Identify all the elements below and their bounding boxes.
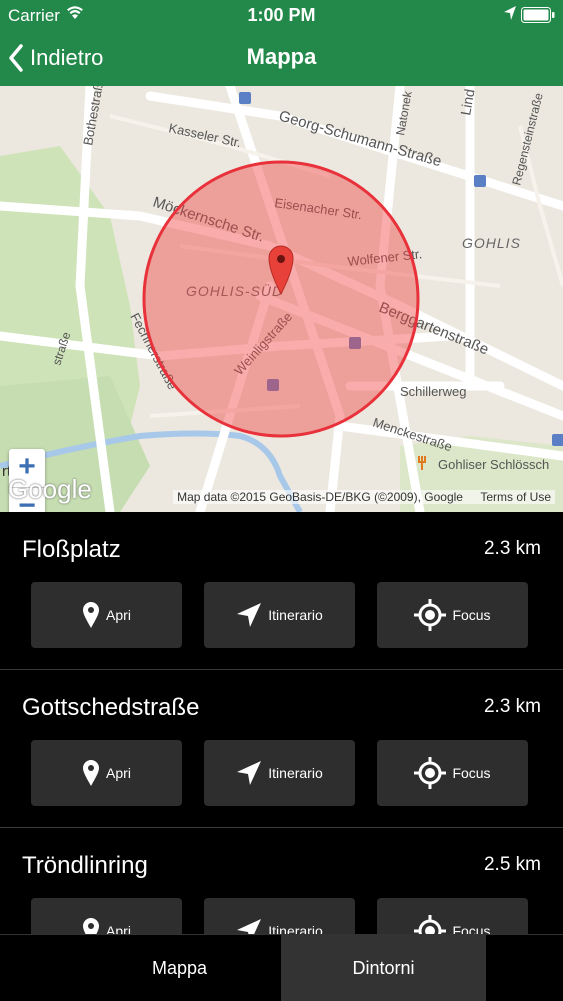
place-distance: 2.3 km — [483, 538, 541, 559]
open-button[interactable]: Apri — [31, 898, 182, 934]
location-arrow-icon — [503, 5, 517, 26]
map-pin-icon — [83, 760, 100, 786]
tab-map[interactable]: Mappa — [78, 935, 281, 1001]
place-name: Tröndlinring — [22, 852, 148, 879]
google-logo: Google — [8, 474, 92, 504]
route-label: Itinerario — [268, 765, 323, 781]
open-button[interactable]: Apri — [31, 740, 182, 806]
map-attribution: Map data ©2015 GeoBasis-DE/BKG (©2009), … — [173, 490, 555, 504]
navigation-arrow-icon — [237, 761, 262, 785]
map-label-gohlis: GOHLIS — [462, 235, 521, 251]
search-radius-circle — [142, 160, 420, 438]
map-tiles: Georg-Schumann-Straße Kasseler Str. Both… — [0, 86, 563, 512]
open-label: Apri — [106, 607, 131, 623]
list-item: Floßplatz 2.3 km Apri Itinerario Focus — [0, 512, 563, 670]
focus-label: Focus — [452, 607, 491, 623]
focus-label: Focus — [452, 923, 491, 934]
route-label: Itinerario — [268, 923, 323, 934]
map-label-schillerweg: Schillerweg — [400, 384, 466, 399]
route-button[interactable]: Itinerario — [204, 740, 355, 806]
open-label: Apri — [106, 765, 131, 781]
map-label-georg: Georg-Schumann-Straße — [277, 108, 444, 171]
place-distance: 2.5 km — [483, 854, 541, 875]
crosshair-icon — [414, 757, 447, 789]
map-pin-icon — [83, 918, 100, 934]
crosshair-icon — [414, 599, 447, 631]
tab-bar: Mappa Dintorni — [0, 934, 563, 1001]
page-title: Mappa — [246, 44, 317, 69]
map-label-kasseler: Kasseler Str. — [167, 120, 242, 150]
focus-label: Focus — [452, 765, 491, 781]
tab-nearby[interactable]: Dintorni — [281, 935, 486, 1001]
place-name: Floßplatz — [22, 536, 121, 563]
route-label: Itinerario — [268, 607, 323, 623]
results-list[interactable]: Floßplatz 2.3 km Apri Itinerario Focus G… — [0, 512, 563, 934]
map-pin-icon — [83, 602, 100, 628]
map-view[interactable]: Georg-Schumann-Straße Kasseler Str. Both… — [0, 86, 563, 512]
battery-icon — [521, 7, 555, 23]
open-button[interactable]: Apri — [31, 582, 182, 648]
crosshair-icon — [414, 915, 447, 934]
route-button[interactable]: Itinerario — [204, 582, 355, 648]
navigation-arrow-icon — [237, 919, 262, 934]
map-data-credit: Map data ©2015 GeoBasis-DE/BKG (©2009), … — [177, 490, 463, 504]
place-name: Gottschedstraße — [22, 694, 200, 721]
terms-of-use-link[interactable]: Terms of Use — [480, 490, 551, 504]
map-label-bothe: Bothestraße — [80, 86, 107, 147]
place-distance: 2.3 km — [483, 696, 541, 717]
map-label-gohliser: Gohliser Schlössch — [438, 457, 549, 472]
open-label: Apri — [106, 923, 131, 934]
focus-button[interactable]: Focus — [377, 582, 528, 648]
status-bar: Carrier 1:00 PM — [0, 0, 563, 30]
map-label-regensteiner: Regensteinstraße — [509, 91, 546, 187]
list-item: Tröndlinring 2.5 km Apri Itinerario Focu… — [0, 828, 563, 934]
navigation-arrow-icon — [237, 603, 262, 627]
route-button[interactable]: Itinerario — [204, 898, 355, 934]
clock: 1:00 PM — [247, 5, 316, 25]
focus-button[interactable]: Focus — [377, 898, 528, 934]
focus-button[interactable]: Focus — [377, 740, 528, 806]
navigation-bar: Indietro Mappa — [0, 30, 563, 86]
list-item: Gottschedstraße 2.3 km Apri Itinerario F… — [0, 670, 563, 828]
